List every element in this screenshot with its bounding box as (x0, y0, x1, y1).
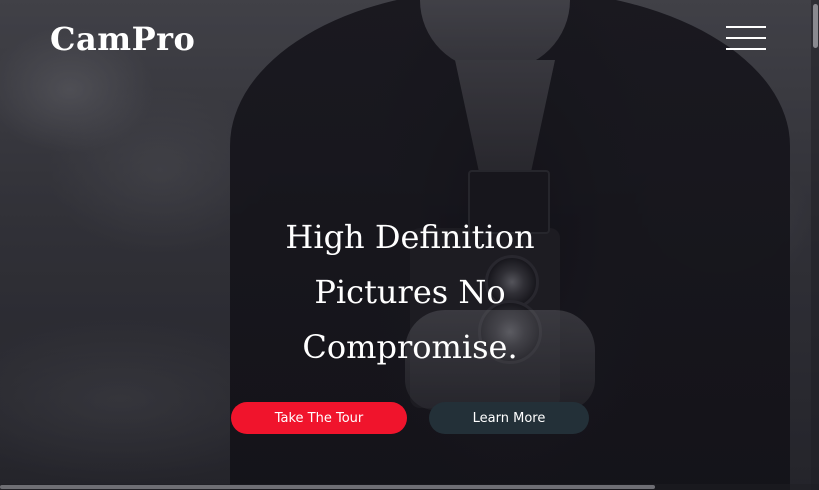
site-logo[interactable]: CamPro (50, 20, 195, 58)
vertical-scrollbar-thumb[interactable] (813, 4, 818, 48)
learn-more-button[interactable]: Learn More (429, 402, 589, 434)
menu-bar-top (726, 26, 766, 28)
horizontal-scrollbar[interactable] (0, 484, 819, 490)
headline-line-2: Pictures No (314, 273, 506, 311)
headline-line-1: High Definition (285, 218, 535, 256)
hero-headline: High Definition Pictures No Compromise. (230, 210, 590, 375)
horizontal-scrollbar-thumb[interactable] (0, 485, 655, 489)
vertical-scrollbar[interactable] (811, 0, 819, 490)
headline-line-3: Compromise. (302, 328, 518, 366)
hero-section: CamPro High Definition Pictures No Compr… (0, 0, 819, 490)
menu-bar-bottom (726, 48, 766, 50)
menu-bar-middle (726, 37, 766, 39)
hamburger-menu-icon[interactable] (726, 24, 766, 54)
take-the-tour-button[interactable]: Take The Tour (231, 402, 407, 434)
